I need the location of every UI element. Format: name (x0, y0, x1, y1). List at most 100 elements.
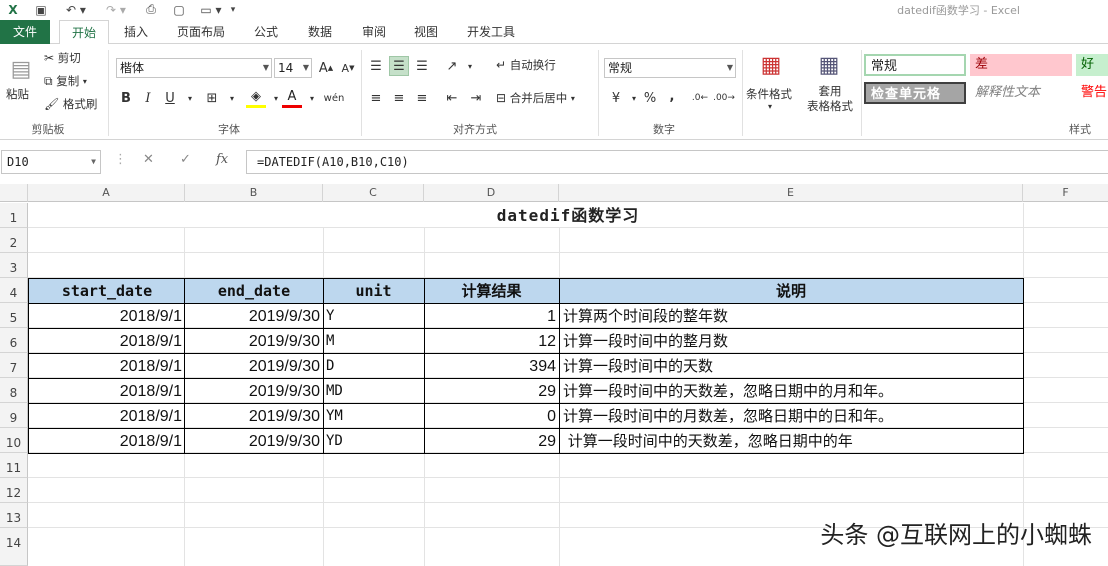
tab-insert[interactable]: 插入 (112, 20, 160, 44)
currency-icon[interactable]: ¥ (606, 88, 626, 108)
conditional-format-button[interactable]: 条件格式 (746, 86, 792, 102)
phonetic-icon[interactable]: wén (324, 88, 345, 108)
print-preview-icon[interactable]: ⎙ (142, 1, 160, 18)
cut-button[interactable]: ✂ 剪切 (44, 50, 81, 66)
column-header-f[interactable]: F (1023, 184, 1108, 202)
column-header-d[interactable]: D (424, 184, 559, 202)
cell-description[interactable]: 计算一段时间中的整月数 (559, 329, 1023, 354)
chevron-down-icon[interactable]: ▾ (768, 102, 772, 111)
row-header[interactable]: 3 (0, 253, 28, 278)
table-format-button[interactable]: 套用 表格格式 (800, 84, 860, 114)
save-icon[interactable]: ▣ (32, 1, 50, 18)
row-header[interactable]: 9 (0, 403, 28, 428)
copy-button[interactable]: ⧉ 复制 ▾ (44, 73, 87, 89)
cell-description[interactable]: 计算一段时间中的天数 (559, 354, 1023, 379)
chevron-down-icon[interactable]: ▾ (460, 56, 480, 76)
increase-decimal-icon[interactable]: .0← (690, 88, 710, 108)
tab-formulas[interactable]: 公式 (242, 20, 290, 44)
row-header[interactable]: 10 (0, 428, 28, 453)
cell-unit[interactable]: YM (323, 404, 424, 429)
row-header[interactable]: 4 (0, 278, 28, 303)
align-top-icon[interactable]: ☰ (366, 56, 386, 76)
row-header[interactable]: 8 (0, 378, 28, 403)
row-header[interactable]: 7 (0, 353, 28, 378)
column-header-b[interactable]: B (185, 184, 323, 202)
cell-unit[interactable]: M (323, 329, 424, 354)
shrink-font-icon[interactable]: A ▼ (338, 58, 358, 78)
file-icon[interactable]: ▢ (170, 1, 188, 18)
chevron-down-icon[interactable]: ▾ (302, 88, 322, 108)
cell-result[interactable]: 394 (424, 354, 559, 379)
cell-result[interactable]: 1 (424, 304, 559, 329)
row-header[interactable]: 13 (0, 503, 28, 528)
align-middle-icon[interactable]: ☰ (389, 56, 409, 76)
row-header[interactable]: 5 (0, 303, 28, 328)
style-normal[interactable]: 常规 (864, 54, 966, 76)
bold-button[interactable]: B (116, 88, 136, 108)
cell-end-date[interactable]: 2019/9/30 (185, 354, 323, 379)
cell-description[interactable]: 计算一段时间中的天数差，忽略日期中的年 (559, 429, 1023, 454)
cell-result[interactable]: 12 (424, 329, 559, 354)
row-header[interactable]: 12 (0, 478, 28, 503)
grow-font-icon[interactable]: A ▲ (316, 58, 336, 78)
select-all-corner[interactable] (0, 184, 28, 202)
header-end-date[interactable]: end_date (185, 279, 323, 304)
chevron-down-icon[interactable]: ▾ (180, 88, 200, 108)
paste-button[interactable]: 粘贴 (6, 86, 29, 102)
chevron-down-icon[interactable]: ▾ (222, 88, 242, 108)
number-format-select[interactable]: 常规 ▼ (604, 58, 736, 78)
comma-button[interactable]: , (662, 86, 682, 106)
cell-description[interactable]: 计算一段时间中的天数差，忽略日期中的月和年。 (559, 379, 1023, 404)
header-start-date[interactable]: start_date (29, 279, 185, 304)
cell-end-date[interactable]: 2019/9/30 (185, 429, 323, 454)
wrap-text-button[interactable]: ↵ 自动换行 (496, 57, 556, 73)
cell-start-date[interactable]: 2018/9/1 (29, 379, 185, 404)
cell-description[interactable]: 计算两个时间段的整年数 (559, 304, 1023, 329)
cell-start-date[interactable]: 2018/9/1 (29, 404, 185, 429)
conditional-format-icon[interactable]: ▦ (756, 50, 786, 80)
header-description[interactable]: 说明 (559, 279, 1023, 304)
cell-start-date[interactable]: 2018/9/1 (29, 354, 185, 379)
column-header-e[interactable]: E (559, 184, 1023, 202)
style-explanatory[interactable]: 解释性文本 (970, 82, 1072, 104)
cancel-icon[interactable]: ✕ (143, 152, 154, 167)
column-header-c[interactable]: C (323, 184, 424, 202)
increase-indent-icon[interactable]: ⇥ (466, 88, 486, 108)
insert-function-button[interactable]: fx (216, 152, 228, 167)
cell-start-date[interactable]: 2018/9/1 (29, 304, 185, 329)
fill-color-icon[interactable]: ◈ (246, 88, 266, 108)
cell-unit[interactable]: MD (323, 379, 424, 404)
tab-file[interactable]: 文件 (0, 20, 50, 44)
orientation-icon[interactable]: ↗ (442, 56, 462, 76)
tab-page-layout[interactable]: 页面布局 (166, 20, 236, 44)
align-right-icon[interactable]: ≡ (412, 88, 432, 108)
column-header-a[interactable]: A (28, 184, 185, 202)
style-bad[interactable]: 差 (970, 54, 1072, 76)
style-good[interactable]: 好 (1076, 54, 1108, 76)
header-result[interactable]: 计算结果 (424, 279, 559, 304)
open-folder-icon[interactable]: ▭ ▾ (198, 1, 224, 18)
row-header[interactable]: 2 (0, 228, 28, 253)
cell-end-date[interactable]: 2019/9/30 (185, 304, 323, 329)
cell-end-date[interactable]: 2019/9/30 (185, 404, 323, 429)
formula-input[interactable]: =DATEDIF(A10,B10,C10) (246, 150, 1108, 174)
cell-start-date[interactable]: 2018/9/1 (29, 329, 185, 354)
font-name-select[interactable]: 楷体 ▼ (116, 58, 272, 78)
tab-developer[interactable]: 开发工具 (456, 20, 526, 44)
row-header[interactable]: 6 (0, 328, 28, 353)
style-check-cell[interactable]: 检查单元格 (864, 82, 966, 104)
row-header[interactable]: 1 (0, 203, 28, 228)
row-header[interactable]: 11 (0, 453, 28, 478)
table-format-icon[interactable]: ▦ (814, 50, 844, 80)
customize-qat-icon[interactable]: ▾ (228, 1, 238, 18)
percent-button[interactable]: % (640, 88, 660, 108)
font-size-select[interactable]: 14 ▼ (274, 58, 312, 78)
font-color-button[interactable]: A (282, 88, 302, 108)
tab-review[interactable]: 审阅 (350, 20, 398, 44)
italic-button[interactable]: I (138, 88, 158, 108)
cell-result[interactable]: 29 (424, 429, 559, 454)
cell-unit[interactable]: YD (323, 429, 424, 454)
sheet-title[interactable]: datedif函数学习 (28, 203, 1108, 228)
header-unit[interactable]: unit (323, 279, 424, 304)
align-bottom-icon[interactable]: ☰ (412, 56, 432, 76)
